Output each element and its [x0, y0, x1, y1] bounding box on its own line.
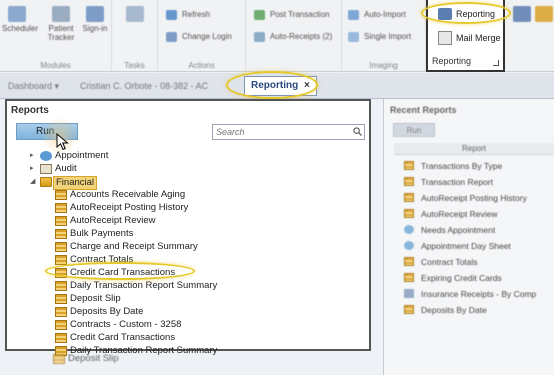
- recent-reports-panel: Recent Reports Run Report Transactions B…: [383, 99, 554, 375]
- tasks-icon: [126, 6, 144, 22]
- modules-group-label: Modules: [40, 61, 71, 70]
- sign-in-button[interactable]: Sign-in: [80, 6, 110, 33]
- sign-in-icon: [86, 6, 104, 22]
- insurance-icon: [404, 289, 414, 298]
- report-icon: [53, 354, 65, 364]
- report-icon: [55, 320, 67, 330]
- report-icon: [404, 273, 414, 282]
- settings-icon: [535, 6, 553, 22]
- report-icon: [404, 305, 414, 314]
- tasks-group-label: Tasks: [124, 61, 145, 70]
- imaging-group: Auto-Import Single Import Imaging: [342, 0, 426, 72]
- report-icon: [404, 161, 414, 170]
- actions-group: Refresh Change Login Actions: [158, 0, 246, 72]
- transactions-group: Post Transaction Auto-Receipts (2): [246, 0, 342, 72]
- patient-tracker-button[interactable]: Patient Tracker: [44, 6, 78, 42]
- group-launcher-icon[interactable]: [493, 60, 499, 66]
- report-icon: [55, 229, 67, 239]
- report-icon: [55, 190, 67, 200]
- audit-icon: [40, 164, 52, 174]
- report-icon: [55, 216, 67, 226]
- report-icon: [55, 333, 67, 343]
- tasks-button[interactable]: [120, 6, 150, 24]
- report-icon: [55, 307, 67, 317]
- tracker-icon: [52, 6, 70, 22]
- imaging-group-label: Imaging: [369, 61, 398, 70]
- report-column-header[interactable]: Report: [394, 143, 554, 155]
- modules-group: Scheduler Patient Tracker Sign-in Module…: [0, 0, 112, 72]
- expand-icon[interactable]: ▸: [30, 163, 34, 175]
- report-icon: [55, 242, 67, 252]
- report-icon: [404, 193, 414, 202]
- appointment-icon: [404, 241, 414, 250]
- reports-panel-title: Reports: [11, 105, 49, 116]
- reporting-group-label: Reporting: [432, 56, 472, 66]
- report-icon: [55, 294, 67, 304]
- scheduler-button[interactable]: Scheduler: [2, 6, 38, 33]
- reporting-button-highlight: [421, 2, 511, 24]
- report-icon: [404, 257, 414, 266]
- collapse-icon[interactable]: ◢: [30, 176, 35, 188]
- search-input[interactable]: [212, 124, 365, 140]
- report-icon: [55, 203, 67, 213]
- user-icon: [166, 32, 177, 42]
- report-icon: [404, 209, 414, 218]
- tab-dashboard[interactable]: Dashboard ▾: [8, 77, 59, 95]
- tasks-group: Tasks: [112, 0, 158, 72]
- tab-patient[interactable]: Cristian C. Orbote - 08-382 - AC: [80, 77, 208, 95]
- extra-button-1[interactable]: [513, 6, 531, 24]
- dropdown-icon: ▾: [54, 81, 60, 91]
- extra-button-2[interactable]: [535, 6, 553, 24]
- extra-group: [505, 0, 554, 72]
- single-import-button[interactable]: Single Import: [348, 30, 411, 44]
- mouse-cursor-icon: [56, 133, 69, 151]
- calendar-icon: [8, 6, 26, 22]
- auto-import-button[interactable]: Auto-Import: [348, 8, 406, 22]
- reporting-tab-highlight: [226, 71, 318, 99]
- appointment-icon: [404, 225, 414, 234]
- refresh-button[interactable]: Refresh: [166, 8, 210, 22]
- post-transaction-button[interactable]: Post Transaction: [254, 8, 330, 22]
- auto-import-icon: [348, 10, 359, 20]
- report-icon: [404, 177, 414, 186]
- credit-card-transactions-highlight: [45, 262, 195, 280]
- report-icon: [55, 255, 67, 265]
- expand-icon[interactable]: ▸: [30, 150, 34, 162]
- actions-group-label: Actions: [188, 61, 215, 70]
- report-icon: [55, 281, 67, 291]
- document-icon: [513, 6, 531, 22]
- change-login-button[interactable]: Change Login: [166, 30, 232, 44]
- mail-merge-icon: [438, 31, 452, 45]
- single-import-icon: [348, 32, 359, 42]
- mail-merge-button[interactable]: Mail Merge: [432, 30, 501, 46]
- auto-receipts-button[interactable]: Auto-Receipts (2): [254, 30, 332, 44]
- document-tab-bar: Dashboard ▾ Cristian C. Orbote - 08-382 …: [0, 71, 554, 99]
- search-icon: [353, 127, 362, 136]
- auto-receipts-icon: [254, 32, 265, 42]
- ribbon: Scheduler Patient Tracker Sign-in Module…: [0, 0, 554, 72]
- refresh-icon: [166, 10, 177, 20]
- post-transaction-icon: [254, 10, 265, 20]
- recent-run-button[interactable]: Run: [393, 123, 435, 137]
- folder-icon: [40, 177, 52, 187]
- recent-reports-title: Recent Reports: [390, 105, 457, 115]
